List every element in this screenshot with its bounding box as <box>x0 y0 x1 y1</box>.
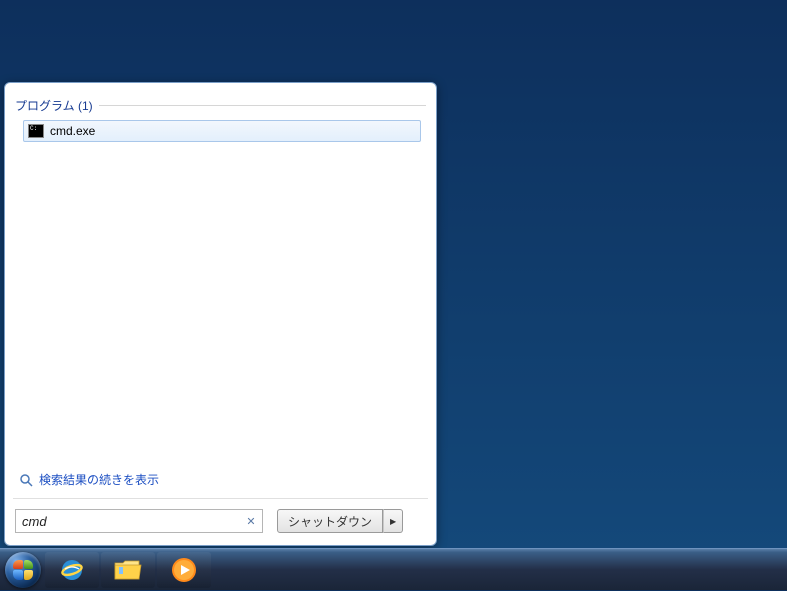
search-results-area: cmd.exe <box>15 118 426 467</box>
internet-explorer-icon <box>58 556 86 584</box>
programs-section-label: プログラム (1) <box>15 97 99 114</box>
search-icon <box>19 473 33 487</box>
taskbar-item-windows-media-player[interactable] <box>157 552 211 588</box>
folder-icon <box>113 557 143 583</box>
taskbar <box>0 548 787 590</box>
taskbar-item-internet-explorer[interactable] <box>45 552 99 588</box>
start-menu-bottom-row: ✕ シャットダウン ▶ <box>15 507 426 535</box>
divider <box>13 498 428 499</box>
search-input[interactable] <box>22 514 244 529</box>
media-player-icon <box>170 556 198 584</box>
cmd-icon <box>28 124 44 138</box>
section-divider-line <box>99 105 426 106</box>
shutdown-button-group: シャットダウン ▶ <box>277 509 403 533</box>
search-box[interactable]: ✕ <box>15 509 263 533</box>
shutdown-options-arrow[interactable]: ▶ <box>383 509 403 533</box>
taskbar-item-file-explorer[interactable] <box>101 552 155 588</box>
start-menu: プログラム (1) cmd.exe 検索結果の続きを表示 ✕ シャットダウン ▶ <box>4 82 437 546</box>
more-results-label: 検索結果の続きを表示 <box>39 471 159 488</box>
result-item-cmd[interactable]: cmd.exe <box>23 120 421 142</box>
clear-search-icon[interactable]: ✕ <box>244 514 258 528</box>
shutdown-button[interactable]: シャットダウン <box>277 509 383 533</box>
programs-section-header: プログラム (1) <box>15 97 426 114</box>
start-button[interactable] <box>2 549 44 591</box>
windows-orb-icon <box>5 552 41 588</box>
show-more-results-link[interactable]: 検索結果の続きを表示 <box>15 467 426 498</box>
result-label: cmd.exe <box>50 124 95 138</box>
